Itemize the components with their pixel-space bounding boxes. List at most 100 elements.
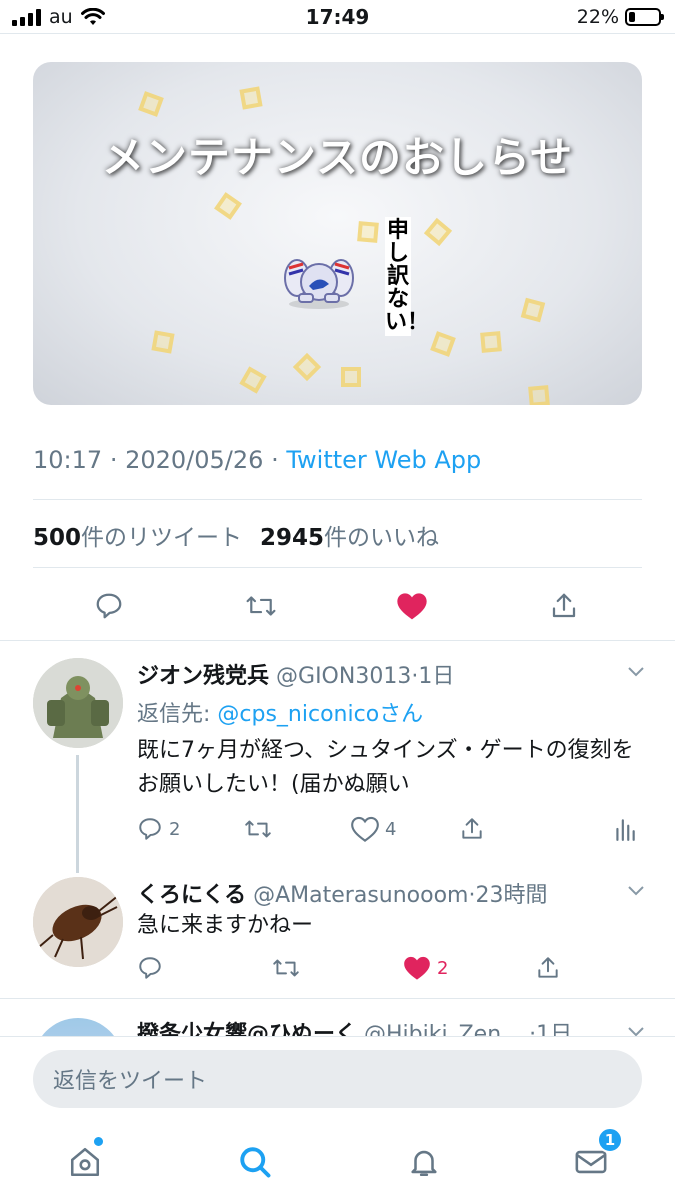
reply-text: 既に7ヶ月が経つ、シュタインズ・ゲートの復刻をお願いしたい！(届かぬ願い <box>137 738 634 797</box>
retweet-button[interactable] <box>271 955 301 981</box>
user-handle: @Hibiki_Zen <box>364 1022 502 1036</box>
bottom-panel: 返信をツイート 1 <box>0 1036 675 1200</box>
media-title: メンテナンスのおしらせ <box>101 133 574 182</box>
tab-search[interactable] <box>230 1137 280 1187</box>
reply-button[interactable]: 2 <box>137 816 180 842</box>
like-count: 2945 <box>260 525 325 551</box>
status-time: 17:49 <box>305 5 370 29</box>
retweet-stat[interactable]: 500件のリツイート <box>33 518 242 552</box>
confetti-decoration <box>520 297 546 323</box>
analytics-button[interactable] <box>613 816 637 842</box>
mascot-icon <box>284 259 354 309</box>
divider <box>33 499 642 500</box>
user-name[interactable]: 撥条少女響@ひぬーく <box>137 1022 357 1036</box>
confetti-decoration <box>239 86 263 110</box>
retweet-icon <box>273 959 299 977</box>
confetti-decoration <box>151 330 175 354</box>
tweet-source-link[interactable]: Twitter Web App <box>286 446 481 474</box>
retweet-icon <box>245 820 271 838</box>
user-handle: @GION3013 <box>276 664 412 689</box>
retweet-count: 500 <box>33 525 82 551</box>
tab-messages[interactable]: 1 <box>566 1127 623 1187</box>
confetti-decoration <box>138 91 164 117</box>
confetti-decoration <box>214 192 242 220</box>
mail-icon <box>575 1150 607 1174</box>
reply-time: ·23時間 <box>468 883 548 908</box>
reply-composer[interactable]: 返信をツイート <box>33 1050 642 1108</box>
tweet-stats: 500件のリツイート 2945件のいいね <box>33 518 439 552</box>
reply-text: 急に来ますかねー <box>137 913 314 938</box>
reply-icon <box>139 957 161 979</box>
like-button[interactable] <box>392 586 432 626</box>
chevron-down-icon[interactable] <box>627 881 645 899</box>
analytics-icon <box>616 819 635 841</box>
chevron-down-icon[interactable] <box>627 1022 645 1036</box>
confetti-decoration <box>528 385 550 405</box>
tweet-media-image[interactable]: メンテナンスのおしらせ 申し訳ない！ <box>33 62 642 405</box>
share-icon <box>538 957 558 978</box>
confetti-decoration <box>341 367 361 387</box>
retweet-button[interactable] <box>243 816 273 842</box>
avatar-image <box>33 658 123 748</box>
meta-separator: · <box>271 446 279 474</box>
reply-icon <box>96 593 122 619</box>
status-right: 22% <box>576 6 664 28</box>
reply-button[interactable] <box>137 955 163 981</box>
confetti-decoration <box>480 331 502 353</box>
avatar[interactable] <box>33 658 123 748</box>
share-button[interactable] <box>544 586 584 626</box>
tab-home[interactable] <box>60 1137 110 1187</box>
search-icon <box>240 1147 271 1178</box>
reply-to-prefix: 返信先: <box>137 702 218 727</box>
user-name[interactable]: くろにくる <box>137 883 246 908</box>
like-label: 件のいいね <box>324 525 440 551</box>
status-divider <box>0 33 675 34</box>
status-bar: au 17:49 22% <box>0 0 675 34</box>
reply-header: 撥条少女響@ひぬーく @Hibiki_Zen ·1日 <box>137 1016 572 1036</box>
reply-to-link[interactable]: @cps_niconicoさん <box>217 702 423 727</box>
heart-filled-icon <box>397 593 427 620</box>
confetti-decoration <box>357 221 379 243</box>
tweet-meta: 10:17 · 2020/05/26 · Twitter Web App <box>33 446 481 474</box>
share-button[interactable] <box>535 955 561 981</box>
messages-badge: 1 <box>597 1127 623 1153</box>
user-name[interactable]: ジオン残党兵 <box>137 664 269 689</box>
avatar[interactable] <box>33 877 123 967</box>
retweet-icon <box>246 596 276 616</box>
reply-time: ·1日 <box>411 664 455 689</box>
reply-header: くろにくる @AMaterasunooom·23時間 <box>137 877 547 909</box>
reply-icon <box>139 818 161 840</box>
reply-tweet[interactable]: くろにくる @AMaterasunooom·23時間 急に来ますかねー 2 <box>0 855 675 998</box>
share-icon <box>462 818 482 839</box>
like-button[interactable]: 4 <box>351 816 396 842</box>
reply-actions: 2 4 <box>137 816 642 846</box>
reply-button[interactable] <box>89 586 129 626</box>
like-stat[interactable]: 2945件のいいね <box>260 518 439 552</box>
reply-actions: 2 <box>137 955 642 985</box>
avatar-image <box>33 877 123 967</box>
battery-percent: 22% <box>576 6 619 28</box>
avatar[interactable] <box>33 1018 123 1036</box>
tab-notifications[interactable] <box>399 1137 449 1187</box>
like-button[interactable]: 2 <box>403 955 448 981</box>
media-apology-text: 申し訳ない！ <box>385 217 430 336</box>
reply-count: 2 <box>169 818 181 840</box>
reply-to: 返信先: @cps_niconicoさん <box>137 696 423 728</box>
reply-header: ジオン残党兵 @GION3013·1日 <box>137 658 454 690</box>
divider <box>33 567 642 568</box>
composer-placeholder: 返信をツイート <box>53 1069 208 1094</box>
like-count: 4 <box>385 818 397 840</box>
retweet-label: 件のリツイート <box>81 525 243 551</box>
reply-time: ·1日 <box>529 1022 573 1036</box>
heart-icon <box>351 816 379 842</box>
retweet-button[interactable] <box>241 586 281 626</box>
chevron-down-icon[interactable] <box>627 662 645 680</box>
heart-filled-icon <box>404 956 430 980</box>
home-notification-dot <box>94 1137 103 1146</box>
battery-icon <box>625 8 664 26</box>
tweet-date: 2020/05/26 <box>125 446 264 474</box>
reply-tweet[interactable]: ジオン残党兵 @GION3013·1日 返信先: @cps_niconicoさん… <box>0 640 675 873</box>
reply-tweet[interactable]: 撥条少女響@ひぬーく @Hibiki_Zen ·1日 <box>0 998 675 1036</box>
share-icon <box>552 593 576 618</box>
share-button[interactable] <box>459 816 485 842</box>
